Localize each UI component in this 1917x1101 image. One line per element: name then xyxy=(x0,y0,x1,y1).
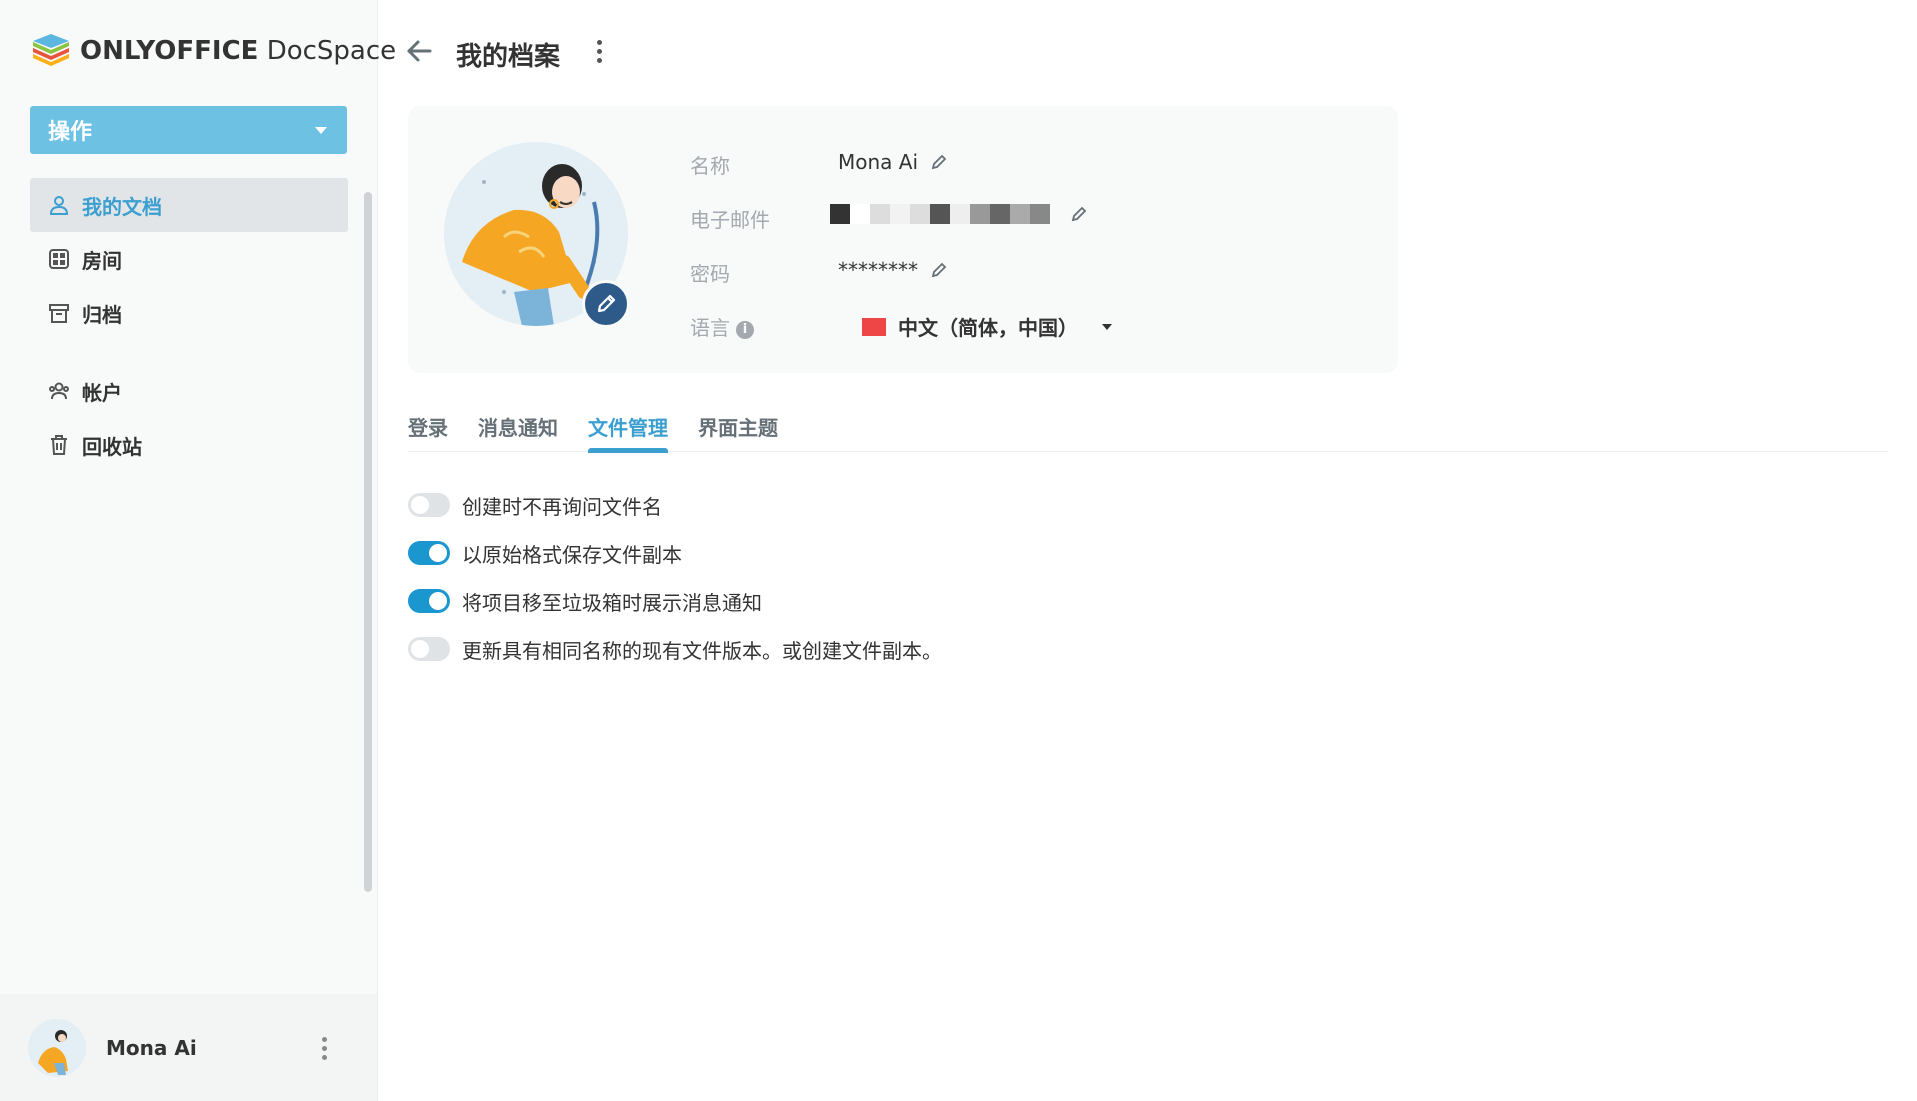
name-value: Mona Ai xyxy=(838,150,919,174)
sidebar-item-trash[interactable]: 回收站 xyxy=(30,418,348,472)
archive-icon xyxy=(48,302,70,324)
sidebar-item-archive[interactable]: 归档 xyxy=(30,286,348,340)
accounts-icon xyxy=(48,380,70,402)
option-no-ask-filename: 创建时不再询问文件名 xyxy=(408,481,942,529)
page-title: 我的档案 xyxy=(456,42,561,72)
sidebar-item-label: 归档 xyxy=(82,302,122,327)
actions-button-label: 操作 xyxy=(48,120,93,145)
option-update-existing-version: 更新具有相同名称的现有文件版本。或创建文件副本。 xyxy=(408,625,942,673)
actions-button[interactable]: 操作 xyxy=(30,106,347,154)
name-field: Mona Ai xyxy=(838,150,948,174)
tab-login[interactable]: 登录 xyxy=(408,412,448,452)
sidebar-item-label: 回收站 xyxy=(82,434,142,459)
avatar xyxy=(28,1018,86,1077)
chevron-down-icon xyxy=(315,126,327,134)
email-field xyxy=(830,204,1088,224)
language-select[interactable]: 中文（简体，中国） xyxy=(862,312,1112,341)
email-label: 电子邮件 xyxy=(690,208,770,232)
trash-icon xyxy=(48,434,70,456)
more-options-icon[interactable] xyxy=(597,40,602,63)
edit-password-icon[interactable] xyxy=(930,261,948,279)
profile-card: 名称 Mona Ai 电子邮件 密码 ******** 语言 i 中文（简体，中… xyxy=(408,106,1398,373)
toggle-no-ask-filename[interactable] xyxy=(408,493,450,517)
edit-avatar-button[interactable] xyxy=(582,280,630,328)
name-label: 名称 xyxy=(690,154,730,178)
sidebar-scrollbar[interactable] xyxy=(364,192,372,892)
option-keep-original-format: 以原始格式保存文件副本 xyxy=(408,529,942,577)
edit-email-icon[interactable] xyxy=(1070,205,1088,223)
toggle-update-existing-version[interactable] xyxy=(408,637,450,661)
language-label-group: 语言 i xyxy=(690,312,754,341)
chevron-down-icon xyxy=(1102,323,1112,330)
tab-interface-theme[interactable]: 界面主题 xyxy=(698,412,778,452)
password-label: 密码 xyxy=(690,262,730,286)
option-label: 创建时不再询问文件名 xyxy=(462,494,662,519)
toggle-keep-original-format[interactable] xyxy=(408,541,450,565)
option-label: 以原始格式保存文件副本 xyxy=(462,542,682,567)
back-arrow-icon[interactable] xyxy=(404,36,434,70)
pencil-icon xyxy=(597,294,616,313)
email-value-redacted xyxy=(830,204,1050,224)
sidebar-profile[interactable]: Mona Ai xyxy=(0,994,377,1101)
option-label: 将项目移至垃圾箱时展示消息通知 xyxy=(462,590,762,615)
sidebar-nav: 我的文档 房间 归档 帐户 回收站 xyxy=(30,178,348,472)
sidebar-item-label: 帐户 xyxy=(82,380,122,405)
edit-name-icon[interactable] xyxy=(930,153,948,171)
profile-tabs: 登录 消息通知 文件管理 界面主题 xyxy=(408,406,1888,453)
option-trash-notification: 将项目移至垃圾箱时展示消息通知 xyxy=(408,577,942,625)
file-management-options: 创建时不再询问文件名 以原始格式保存文件副本 将项目移至垃圾箱时展示消息通知 更… xyxy=(408,481,942,673)
password-field: ******** xyxy=(838,258,948,282)
china-flag-icon xyxy=(862,317,886,336)
tab-file-management[interactable]: 文件管理 xyxy=(588,412,668,453)
tab-notifications[interactable]: 消息通知 xyxy=(478,412,558,452)
language-label: 语言 xyxy=(690,316,730,340)
user-icon xyxy=(48,194,70,216)
nav-divider xyxy=(30,340,348,364)
toggle-trash-notification[interactable] xyxy=(408,589,450,613)
profile-menu-icon[interactable] xyxy=(322,1037,327,1060)
user-name: Mona Ai xyxy=(106,1035,197,1060)
sidebar-item-accounts[interactable]: 帐户 xyxy=(30,364,348,418)
app-logo[interactable]: ONLYOFFICE DocSpace xyxy=(30,32,396,70)
language-value: 中文（简体，中国） xyxy=(898,316,1078,340)
option-label: 更新具有相同名称的现有文件版本。或创建文件副本。 xyxy=(462,638,942,663)
sidebar-item-label: 房间 xyxy=(82,248,122,273)
password-value: ******** xyxy=(838,258,918,282)
sidebar: ONLYOFFICE DocSpace 操作 我的文档 房间 归档 帐户 回收站… xyxy=(0,0,396,1101)
sidebar-item-my-documents[interactable]: 我的文档 xyxy=(30,178,348,232)
sidebar-item-label: 我的文档 xyxy=(82,194,162,219)
docspace-logo-icon xyxy=(33,34,69,66)
rooms-icon xyxy=(48,248,70,270)
app-name: ONLYOFFICE DocSpace xyxy=(80,36,397,66)
sidebar-item-rooms[interactable]: 房间 xyxy=(30,232,348,286)
info-icon[interactable]: i xyxy=(736,320,754,339)
